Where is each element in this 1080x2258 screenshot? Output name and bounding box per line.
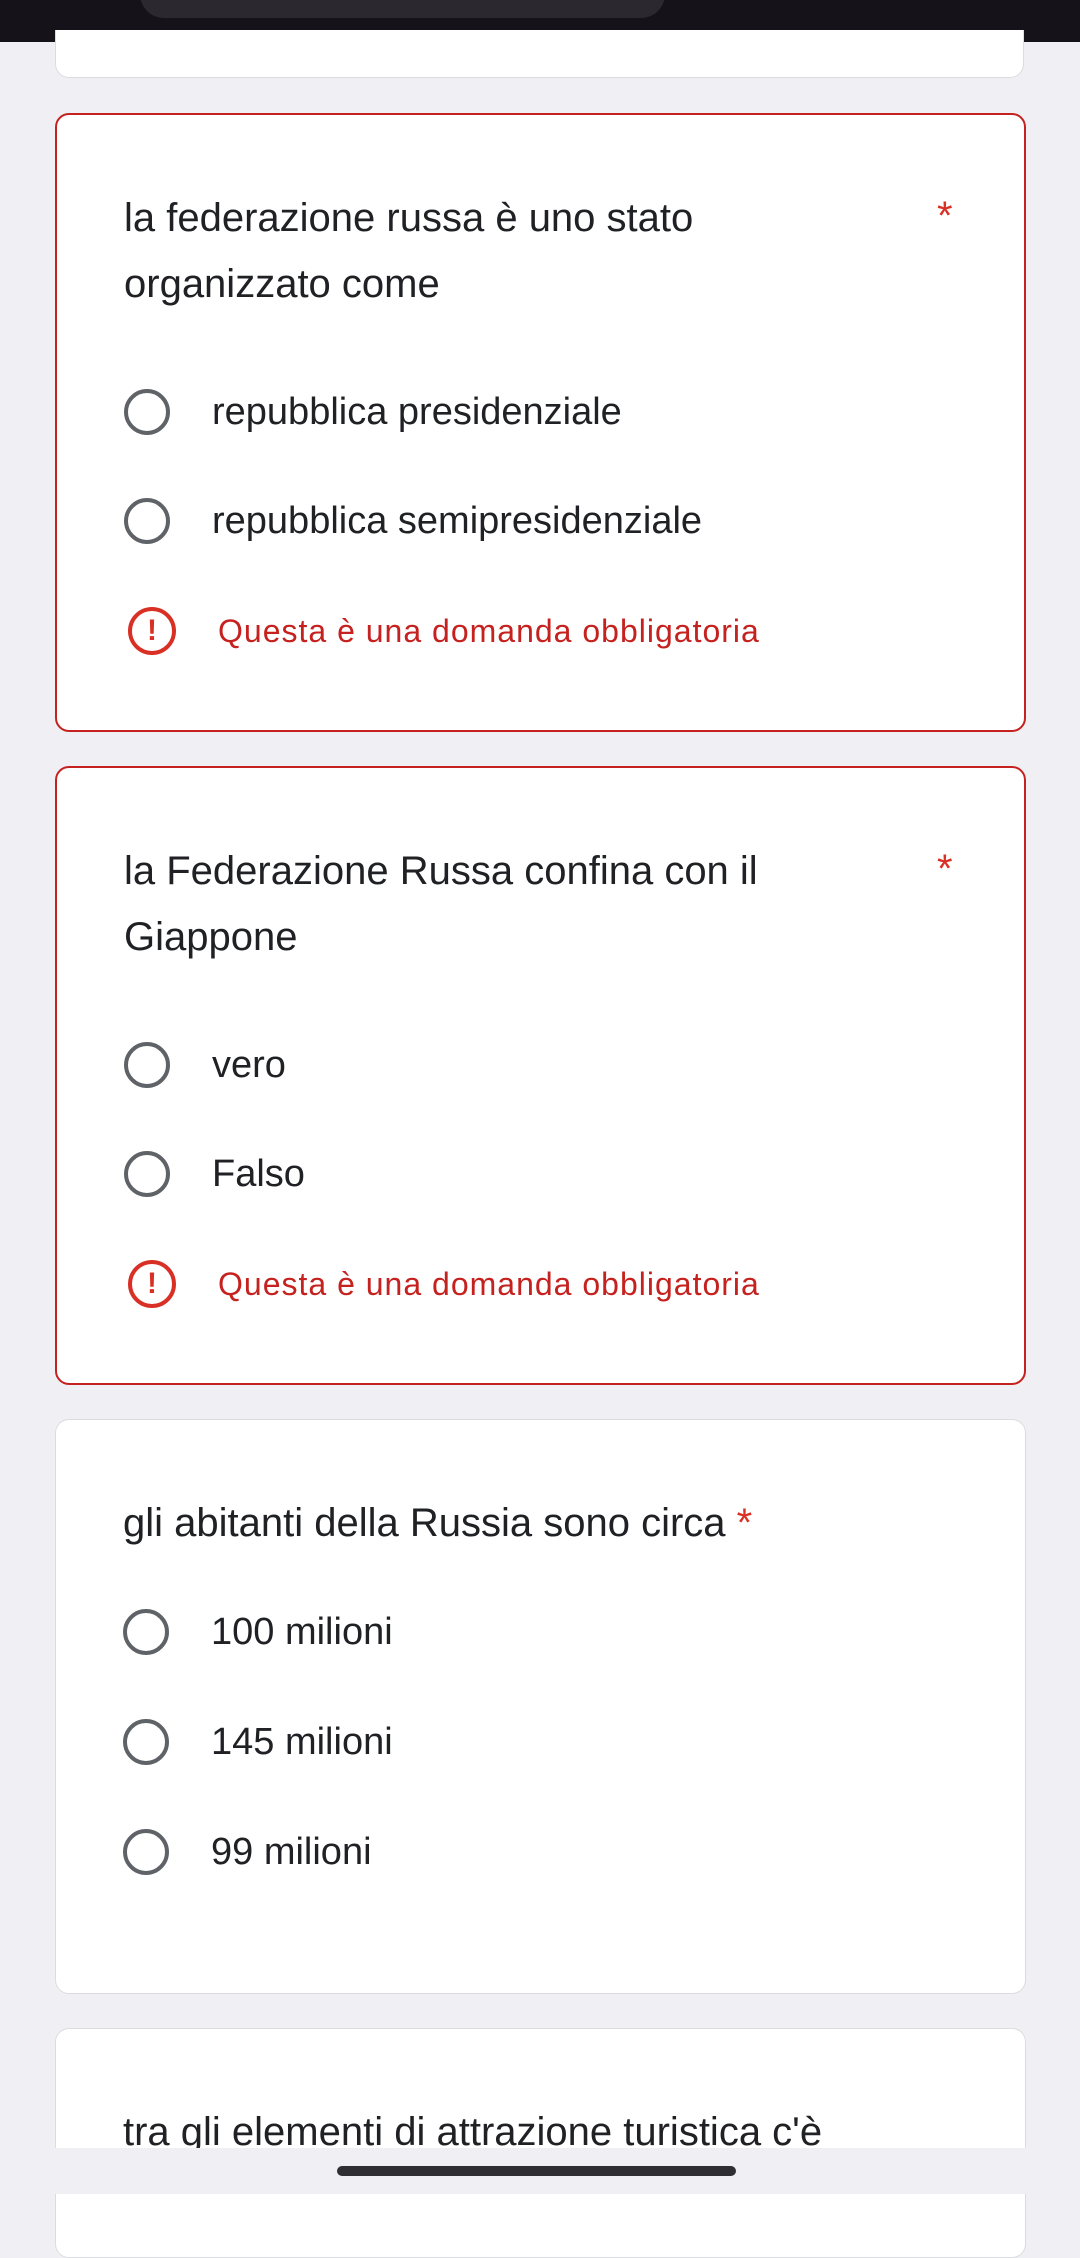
required-asterisk: * bbox=[736, 1501, 753, 1545]
required-asterisk: * bbox=[937, 847, 953, 891]
question-title: gli abitanti della Russia sono circa * bbox=[123, 1490, 983, 1556]
radio-button[interactable] bbox=[123, 1609, 169, 1655]
option-vero[interactable]: vero bbox=[124, 1035, 286, 1095]
error-message: Questa è una domanda obbligatoria bbox=[218, 1265, 760, 1302]
required-asterisk: * bbox=[937, 194, 953, 238]
question-card-3: gli abitanti della Russia sono circa * 1… bbox=[55, 1419, 1026, 1994]
required-error: ! Questa è una domanda obbligatoria bbox=[128, 1256, 760, 1312]
option-99-milioni[interactable]: 99 milioni bbox=[123, 1822, 372, 1882]
question-title: la federazione russa è uno stato organiz… bbox=[124, 196, 694, 306]
option-label: repubblica semipresidenziale bbox=[212, 499, 703, 542]
error-icon: ! bbox=[128, 1260, 176, 1308]
option-label: Falso bbox=[212, 1152, 305, 1195]
option-label: repubblica presidenziale bbox=[212, 390, 622, 433]
radio-button[interactable] bbox=[123, 1719, 169, 1765]
previous-card bbox=[55, 30, 1024, 78]
gesture-navigation-bar[interactable] bbox=[337, 2166, 736, 2176]
option-label: 100 milioni bbox=[211, 1610, 393, 1653]
option-100-milioni[interactable]: 100 milioni bbox=[123, 1602, 393, 1662]
question-card-2: la Federazione Russa confina con il Giap… bbox=[55, 766, 1026, 1385]
error-icon: ! bbox=[128, 607, 176, 655]
radio-button[interactable] bbox=[124, 1151, 170, 1197]
option-repubblica-semipresidenziale[interactable]: repubblica semipresidenziale bbox=[124, 491, 702, 551]
radio-button[interactable] bbox=[124, 389, 170, 435]
option-label: vero bbox=[212, 1043, 286, 1086]
required-error: ! Questa è una domanda obbligatoria bbox=[128, 603, 760, 659]
option-repubblica-presidenziale[interactable]: repubblica presidenziale bbox=[124, 382, 622, 442]
question-card-1: la federazione russa è uno stato organiz… bbox=[55, 113, 1026, 732]
error-message: Questa è una domanda obbligatoria bbox=[218, 612, 760, 649]
option-label: 145 milioni bbox=[211, 1720, 393, 1763]
radio-button[interactable] bbox=[124, 498, 170, 544]
question-title: la Federazione Russa confina con il Giap… bbox=[124, 849, 758, 959]
option-145-milioni[interactable]: 145 milioni bbox=[123, 1712, 393, 1772]
camera-cutout bbox=[140, 0, 665, 18]
option-label: 99 milioni bbox=[211, 1830, 372, 1873]
question-title-text: gli abitanti della Russia sono circa bbox=[123, 1501, 726, 1545]
radio-button[interactable] bbox=[123, 1829, 169, 1875]
option-falso[interactable]: Falso bbox=[124, 1144, 305, 1204]
radio-button[interactable] bbox=[124, 1042, 170, 1088]
question-card-4: tra gli elementi di attrazione turistica… bbox=[55, 2028, 1026, 2258]
